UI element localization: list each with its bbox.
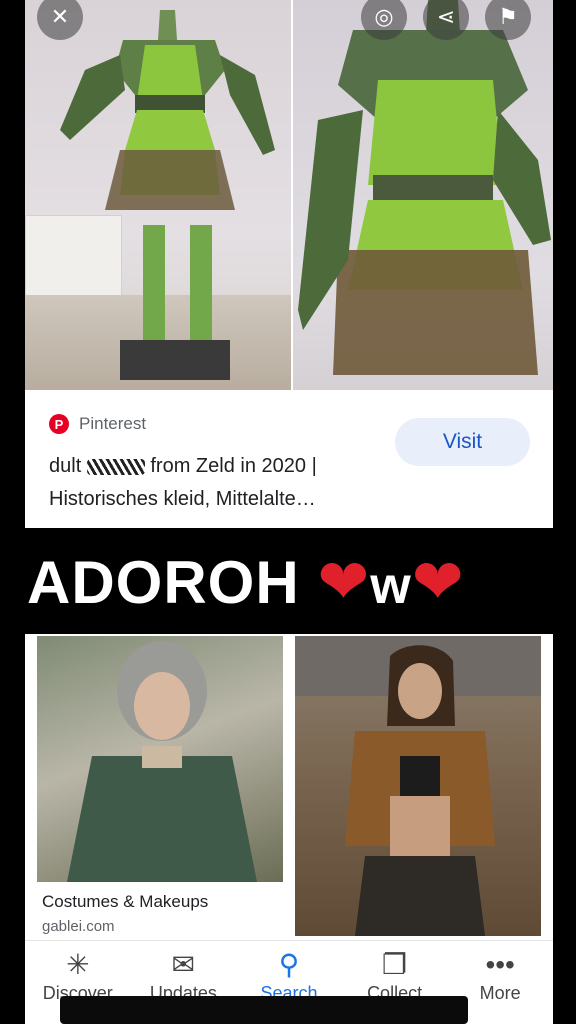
system-bar xyxy=(60,996,468,1024)
more-icon: ••• xyxy=(485,949,515,980)
result-image-bottom-right[interactable] xyxy=(295,636,541,936)
costume-illustration xyxy=(60,10,275,380)
title-prefix: dult xyxy=(49,455,82,477)
result-image-left[interactable]: ✕ xyxy=(25,0,291,390)
costume-closeup-illustration xyxy=(298,0,551,375)
source-row: P Pinterest xyxy=(49,414,146,434)
overlay-word: ADOROH xyxy=(27,548,318,616)
collections-icon: ❐ xyxy=(382,949,408,980)
nav-label: More xyxy=(479,983,521,1003)
heart-icon: ❤ xyxy=(411,547,465,617)
bookmark-icon: ⚑ xyxy=(498,4,518,29)
share-icon: ⋖ xyxy=(436,4,456,29)
visit-button[interactable]: Visit xyxy=(395,418,530,466)
second-result-title[interactable]: Costumes & Makeups xyxy=(42,892,208,912)
heart-icon: ❤ xyxy=(317,547,371,617)
lens-icon: ◎ xyxy=(374,4,394,29)
inbox-icon: ✉ xyxy=(171,949,196,980)
title-line2: Historisches kleid, Mittelalte… xyxy=(49,488,316,510)
second-result-domain: gablei.com xyxy=(42,918,115,935)
portrait-illustration xyxy=(67,641,257,882)
source-label: Pinterest xyxy=(79,414,147,433)
title-suffix: from Zeld in 2020 | xyxy=(150,455,317,477)
overlay-text: ADOROH ❤w❤ xyxy=(27,545,465,618)
screen: ✕ ◎ ⋖ ⚑ P Pinterest Visit dult from Zeld… xyxy=(25,0,553,1024)
result-title[interactable]: dult from Zeld in 2020 | Historisches kl… xyxy=(49,450,389,516)
redaction-scribble xyxy=(86,458,145,475)
search-icon: ⚲ xyxy=(278,949,300,980)
overlay-w: w xyxy=(370,556,412,615)
result-image-right[interactable]: ◎ ⋖ ⚑ xyxy=(293,0,553,390)
result-card[interactable]: P Pinterest Visit dult from Zeld in 2020… xyxy=(25,390,553,530)
warrior-illustration xyxy=(295,636,541,936)
result-image-bottom-left[interactable] xyxy=(37,636,283,882)
close-icon: ✕ xyxy=(50,4,70,29)
asterisk-icon: ✳ xyxy=(66,949,90,980)
overlay-caption: ADOROH ❤w❤ xyxy=(7,528,570,634)
pinterest-icon: P xyxy=(49,414,69,434)
